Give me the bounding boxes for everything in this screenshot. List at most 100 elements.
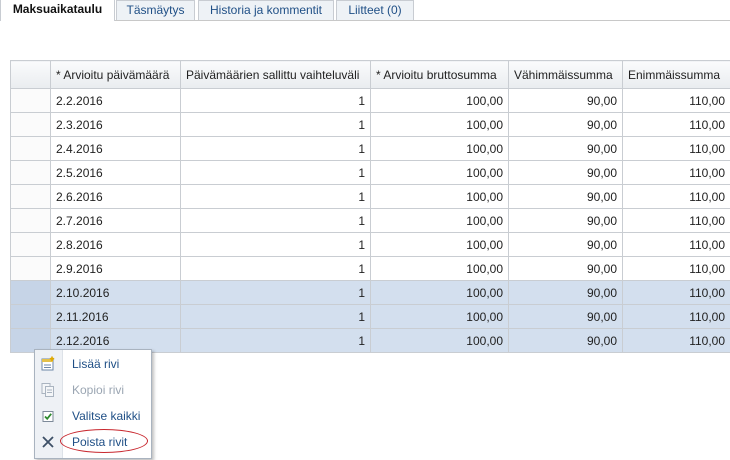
table-row-selected[interactable]: 2.11.2016 1 100,00 90,00 110,00 xyxy=(10,304,730,329)
table-row-selected[interactable]: 2.10.2016 1 100,00 90,00 110,00 xyxy=(10,280,730,305)
tab-maksuaikataulu[interactable]: Maksuaikataulu xyxy=(0,0,115,21)
column-header-date-tolerance[interactable]: Päivämäärien sallittu vaihteluväli xyxy=(180,60,371,89)
cell-min[interactable]: 90,00 xyxy=(508,184,623,209)
menu-item-delete-rows[interactable]: Poista rivit xyxy=(35,430,151,454)
cell-max[interactable]: 110,00 xyxy=(622,256,730,281)
row-header-corner xyxy=(10,60,51,89)
menu-item-label: Kopioi rivi xyxy=(72,383,125,397)
tab-historia-ja-kommentit[interactable]: Historia ja kommentit xyxy=(198,0,334,20)
tab-bar: Maksuaikataulu Täsmäytys Historia ja kom… xyxy=(0,0,730,21)
cell-tolerance[interactable]: 1 xyxy=(180,88,371,113)
cell-tolerance[interactable]: 1 xyxy=(180,184,371,209)
cell-tolerance[interactable]: 1 xyxy=(180,112,371,137)
cell-gross[interactable]: 100,00 xyxy=(370,112,509,137)
table-row[interactable]: 2.8.2016 1 100,00 90,00 110,00 xyxy=(10,232,730,257)
cell-date[interactable]: 2.4.2016 xyxy=(50,136,181,161)
table-row[interactable]: 2.3.2016 1 100,00 90,00 110,00 xyxy=(10,112,730,137)
cell-min[interactable]: 90,00 xyxy=(508,280,623,305)
cell-gross[interactable]: 100,00 xyxy=(370,136,509,161)
cell-date[interactable]: 2.9.2016 xyxy=(50,256,181,281)
cell-date[interactable]: 2.6.2016 xyxy=(50,184,181,209)
row-selector[interactable] xyxy=(10,232,51,257)
cell-date[interactable]: 2.3.2016 xyxy=(50,112,181,137)
cell-date[interactable]: 2.7.2016 xyxy=(50,208,181,233)
cell-min[interactable]: 90,00 xyxy=(508,232,623,257)
table-row[interactable]: 2.6.2016 1 100,00 90,00 110,00 xyxy=(10,184,730,209)
cell-max[interactable]: 110,00 xyxy=(622,232,730,257)
cell-gross[interactable]: 100,00 xyxy=(370,280,509,305)
row-selector[interactable] xyxy=(10,112,51,137)
cell-gross[interactable]: 100,00 xyxy=(370,184,509,209)
cell-gross[interactable]: 100,00 xyxy=(370,88,509,113)
cell-tolerance[interactable]: 1 xyxy=(180,280,371,305)
cell-max[interactable]: 110,00 xyxy=(622,208,730,233)
cell-min[interactable]: 90,00 xyxy=(508,304,623,329)
cell-gross[interactable]: 100,00 xyxy=(370,256,509,281)
cell-date[interactable]: 2.5.2016 xyxy=(50,160,181,185)
cell-gross[interactable]: 100,00 xyxy=(370,208,509,233)
row-selector[interactable] xyxy=(10,184,51,209)
cell-date[interactable]: 2.11.2016 xyxy=(50,304,181,329)
cell-gross[interactable]: 100,00 xyxy=(370,328,509,353)
cell-tolerance[interactable]: 1 xyxy=(180,328,371,353)
grid-header-row: * Arvioitu päivämäärä Päivämäärien salli… xyxy=(10,60,730,89)
cell-date[interactable]: 2.2.2016 xyxy=(50,88,181,113)
cell-max[interactable]: 110,00 xyxy=(622,112,730,137)
row-selector[interactable] xyxy=(10,88,51,113)
cell-max[interactable]: 110,00 xyxy=(622,88,730,113)
cell-date[interactable]: 2.10.2016 xyxy=(50,280,181,305)
row-selector[interactable] xyxy=(10,280,51,305)
column-header-minimum-amount[interactable]: Vähimmäissumma xyxy=(508,60,623,89)
menu-item-label: Lisää rivi xyxy=(72,357,120,371)
tab-tasmaytys[interactable]: Täsmäytys xyxy=(116,0,195,20)
cell-tolerance[interactable]: 1 xyxy=(180,208,371,233)
cell-tolerance[interactable]: 1 xyxy=(180,232,371,257)
cell-tolerance[interactable]: 1 xyxy=(180,256,371,281)
cell-gross[interactable]: 100,00 xyxy=(370,160,509,185)
table-row[interactable]: 2.9.2016 1 100,00 90,00 110,00 xyxy=(10,256,730,281)
copy-icon xyxy=(40,382,56,398)
table-row[interactable]: 2.4.2016 1 100,00 90,00 110,00 xyxy=(10,136,730,161)
add-row-icon xyxy=(40,356,56,372)
menu-item-add-row[interactable]: Lisää rivi xyxy=(35,352,151,376)
cell-gross[interactable]: 100,00 xyxy=(370,232,509,257)
cell-max[interactable]: 110,00 xyxy=(622,304,730,329)
cell-min[interactable]: 90,00 xyxy=(508,328,623,353)
cell-min[interactable]: 90,00 xyxy=(508,256,623,281)
cell-date[interactable]: 2.8.2016 xyxy=(50,232,181,257)
column-header-estimated-date[interactable]: * Arvioitu päivämäärä xyxy=(50,60,181,89)
column-header-maximum-amount[interactable]: Enimmäissumma xyxy=(622,60,730,89)
row-selector[interactable] xyxy=(10,208,51,233)
row-selector[interactable] xyxy=(10,304,51,329)
menu-item-select-all[interactable]: Valitse kaikki xyxy=(35,404,151,428)
cell-tolerance[interactable]: 1 xyxy=(180,136,371,161)
cell-tolerance[interactable]: 1 xyxy=(180,304,371,329)
menu-item-copy-row[interactable]: Kopioi rivi xyxy=(35,378,151,402)
cell-min[interactable]: 90,00 xyxy=(508,208,623,233)
checkbox-checked-icon xyxy=(40,408,56,424)
cell-min[interactable]: 90,00 xyxy=(508,88,623,113)
row-selector[interactable] xyxy=(10,160,51,185)
cell-gross[interactable]: 100,00 xyxy=(370,304,509,329)
row-selector[interactable] xyxy=(10,256,51,281)
table-row[interactable]: 2.7.2016 1 100,00 90,00 110,00 xyxy=(10,208,730,233)
cell-max[interactable]: 110,00 xyxy=(622,280,730,305)
menu-item-label: Valitse kaikki xyxy=(72,409,141,423)
table-row[interactable]: 2.5.2016 1 100,00 90,00 110,00 xyxy=(10,160,730,185)
table-row[interactable]: 2.2.2016 1 100,00 90,00 110,00 xyxy=(10,88,730,113)
cell-max[interactable]: 110,00 xyxy=(622,328,730,353)
cell-max[interactable]: 110,00 xyxy=(622,184,730,209)
cell-min[interactable]: 90,00 xyxy=(508,160,623,185)
cell-tolerance[interactable]: 1 xyxy=(180,160,371,185)
cell-max[interactable]: 110,00 xyxy=(622,136,730,161)
context-menu: Lisää rivi Kopioi rivi Valitse kaikki Po… xyxy=(34,349,152,459)
row-selector[interactable] xyxy=(10,136,51,161)
cell-min[interactable]: 90,00 xyxy=(508,136,623,161)
menu-item-label: Poista rivit xyxy=(72,435,128,449)
cell-max[interactable]: 110,00 xyxy=(622,160,730,185)
column-header-estimated-gross[interactable]: * Arvioitu bruttosumma xyxy=(370,60,509,89)
delete-x-icon xyxy=(40,434,56,450)
cell-min[interactable]: 90,00 xyxy=(508,112,623,137)
payment-schedule-grid: * Arvioitu päivämäärä Päivämäärien salli… xyxy=(10,60,730,353)
tab-liitteet[interactable]: Liitteet (0) xyxy=(336,0,414,20)
